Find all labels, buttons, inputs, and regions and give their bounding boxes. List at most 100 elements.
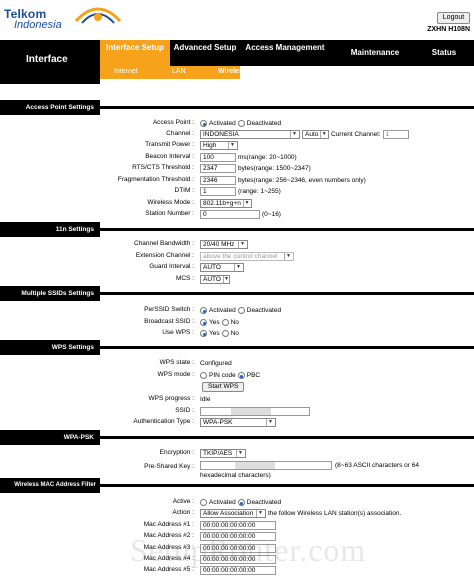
nav-tabs: Interface Setup Advanced Setup Access Ma… bbox=[100, 40, 474, 66]
chevron-down-icon: ▼ bbox=[290, 131, 298, 138]
subtab-lan[interactable]: LAN bbox=[172, 68, 186, 75]
redacted-key bbox=[235, 462, 275, 469]
subtab-internet[interactable]: Internet bbox=[114, 68, 138, 75]
row-ssid: SSID : bbox=[0, 406, 474, 417]
perssid-activated-radio[interactable] bbox=[200, 307, 207, 314]
row-authentication-type: Authentication Type : WPA-PSK ▼ bbox=[0, 417, 474, 428]
section-wps: WPS Settings bbox=[0, 340, 474, 355]
model-name: ZXHN H108N bbox=[427, 26, 470, 33]
authentication-type-value: WPA-PSK bbox=[203, 419, 233, 426]
extension-channel-select[interactable]: above the control channel ▼ bbox=[200, 252, 294, 261]
dtim-input[interactable]: 1 bbox=[200, 187, 236, 196]
nav-section-title: Interface bbox=[0, 40, 100, 84]
wps-progress-label: WPS progress : bbox=[148, 395, 194, 402]
current-channel-field: 1 bbox=[382, 130, 409, 139]
mac-filter-activated-radio[interactable] bbox=[200, 499, 207, 506]
rts-threshold-input[interactable]: 2347 bbox=[200, 164, 236, 173]
channel-region-select[interactable]: INDONESIA ▼ bbox=[200, 130, 300, 139]
activated-label: Activated bbox=[209, 307, 236, 314]
mac-filter-action-value: Allow Association bbox=[203, 510, 254, 517]
yes-label: Yes bbox=[209, 319, 220, 326]
fragmentation-threshold-input[interactable]: 2346 bbox=[200, 176, 236, 185]
encryption-label: Encryption : bbox=[159, 449, 194, 456]
tab-interface-setup[interactable]: Interface Setup bbox=[100, 40, 170, 66]
channel-bandwidth-value: 20/40 MHz bbox=[203, 241, 235, 248]
subtab-wireless[interactable]: Wireless bbox=[218, 68, 247, 75]
wireless-mode-select[interactable]: 802.11b+g+n ▼ bbox=[200, 199, 252, 208]
tab-advanced-setup[interactable]: Advanced Setup bbox=[170, 40, 240, 66]
pbc-label: PBC bbox=[246, 372, 261, 379]
mcs-value: AUTO bbox=[203, 276, 221, 283]
station-number-hint: (0~16) bbox=[262, 211, 281, 218]
tab-maintenance[interactable]: Maintenance bbox=[336, 40, 414, 66]
mac-filter-action-suffix: the follow Wireless LAN station(s) assoc… bbox=[268, 510, 402, 517]
row-channel: Channel : INDONESIA ▼ Auto ▼ Current Chann… bbox=[0, 129, 474, 140]
station-number-input[interactable]: 0 bbox=[200, 210, 260, 219]
row-beacon-interval: Beacon Interval : 100 ms(range: 20~1000) bbox=[0, 152, 474, 163]
chevron-down-icon: ▼ bbox=[320, 131, 327, 138]
row-encryption: Encryption : TKIP/AES ▼ bbox=[0, 448, 474, 459]
encryption-select[interactable]: TKIP/AES ▼ bbox=[200, 449, 246, 458]
access-point-deactivated-radio[interactable] bbox=[237, 120, 245, 127]
authentication-type-select[interactable]: WPA-PSK ▼ bbox=[200, 418, 276, 427]
encryption-value: TKIP/AES bbox=[203, 450, 233, 457]
start-wps-button[interactable]: Start WPS bbox=[202, 381, 245, 392]
beacon-interval-input[interactable]: 100 bbox=[200, 153, 236, 162]
transmit-power-select[interactable]: High ▼ bbox=[200, 141, 238, 150]
pre-shared-key-input[interactable] bbox=[200, 461, 332, 470]
wps-pin-radio[interactable] bbox=[200, 372, 207, 379]
beacon-interval-label: Beacon Interval : bbox=[145, 153, 194, 160]
perssid-deactivated-radio[interactable] bbox=[237, 307, 245, 314]
transmit-power-label: Transmit Power : bbox=[145, 141, 194, 148]
access-point-activated-radio[interactable] bbox=[200, 120, 207, 127]
main-nav: Interface Interface Setup Advanced Setup… bbox=[0, 40, 474, 84]
logo-text-indonesia: Indonesia bbox=[14, 19, 62, 31]
wps-mode-label: WPS mode : bbox=[157, 371, 194, 378]
wps-pbc-radio[interactable] bbox=[237, 372, 245, 379]
use-wps-yes-radio[interactable] bbox=[200, 330, 207, 337]
row-wps-progress: WPS progress : Idle bbox=[0, 394, 474, 405]
section-title: 11n Settings bbox=[0, 222, 100, 237]
row-rts-threshold: RTS/CTS Threshold : 2347 bytes(range: 15… bbox=[0, 163, 474, 174]
section-title: WPA-PSK bbox=[0, 430, 100, 445]
authentication-type-label: Authentication Type : bbox=[133, 418, 194, 425]
tab-status[interactable]: Status bbox=[414, 40, 474, 66]
channel-label: Channel : bbox=[166, 130, 194, 137]
no-label: No bbox=[230, 319, 239, 326]
mac-address-input[interactable]: 00:00:00:00:00:00 bbox=[200, 521, 276, 530]
mcs-select[interactable]: AUTO ▼ bbox=[200, 275, 230, 284]
broadcast-ssid-yes-radio[interactable] bbox=[200, 319, 207, 326]
dtim-hint: (range: 1~255) bbox=[238, 188, 281, 195]
row-perssid-switch: PerSSID Switch : Activated Deactivated bbox=[0, 305, 474, 316]
tab-access-management[interactable]: Access Management bbox=[240, 40, 330, 66]
section-11n: 11n Settings bbox=[0, 222, 474, 237]
wireless-mode-value: 802.11b+g+n bbox=[203, 200, 241, 207]
chevron-down-icon: ▼ bbox=[284, 253, 292, 260]
row-mac-filter-active: Active : Activated Deactivated bbox=[0, 497, 474, 508]
channel-bandwidth-label: Channel Bandwidth : bbox=[134, 240, 194, 247]
wps-state-label: WPS state : bbox=[159, 359, 194, 366]
wps-state-value: Configured bbox=[200, 360, 232, 367]
channel-select[interactable]: Auto ▼ bbox=[302, 130, 329, 139]
content: Access Point Settings Access Point : Act… bbox=[0, 84, 474, 576]
transmit-power-value: High bbox=[203, 142, 217, 149]
logout-button[interactable]: Logout bbox=[437, 12, 470, 24]
row-channel-bandwidth: Channel Bandwidth : 20/40 MHz ▼ bbox=[0, 239, 474, 250]
activated-label: Activated bbox=[209, 499, 236, 506]
ssid-label: SSID : bbox=[175, 407, 194, 414]
row-mac-address-1: Mac Address #1 : 00:00:00:00:00:00 bbox=[0, 520, 474, 531]
ssid-input[interactable] bbox=[200, 407, 310, 416]
row-start-wps: Start WPS bbox=[0, 381, 474, 392]
guard-interval-select[interactable]: AUTO ▼ bbox=[200, 263, 244, 272]
pre-shared-key-hint-line1: (8~63 ASCII characters or 64 bbox=[335, 462, 420, 469]
mac-filter-action-select[interactable]: Allow Association ▼ bbox=[200, 509, 266, 518]
section-title: WPS Settings bbox=[0, 340, 100, 355]
broadcast-ssid-no-radio[interactable] bbox=[221, 319, 229, 326]
deactivated-label: Deactivated bbox=[246, 499, 282, 506]
channel-bandwidth-select[interactable]: 20/40 MHz ▼ bbox=[200, 240, 248, 249]
mac-filter-active-label: Active : bbox=[172, 498, 194, 505]
mac-filter-deactivated-radio[interactable] bbox=[237, 499, 245, 506]
row-extension-channel: Extension Channel : above the control ch… bbox=[0, 251, 474, 262]
use-wps-no-radio[interactable] bbox=[221, 330, 229, 337]
rts-threshold-hint: bytes(range: 1500~2347) bbox=[238, 165, 311, 172]
